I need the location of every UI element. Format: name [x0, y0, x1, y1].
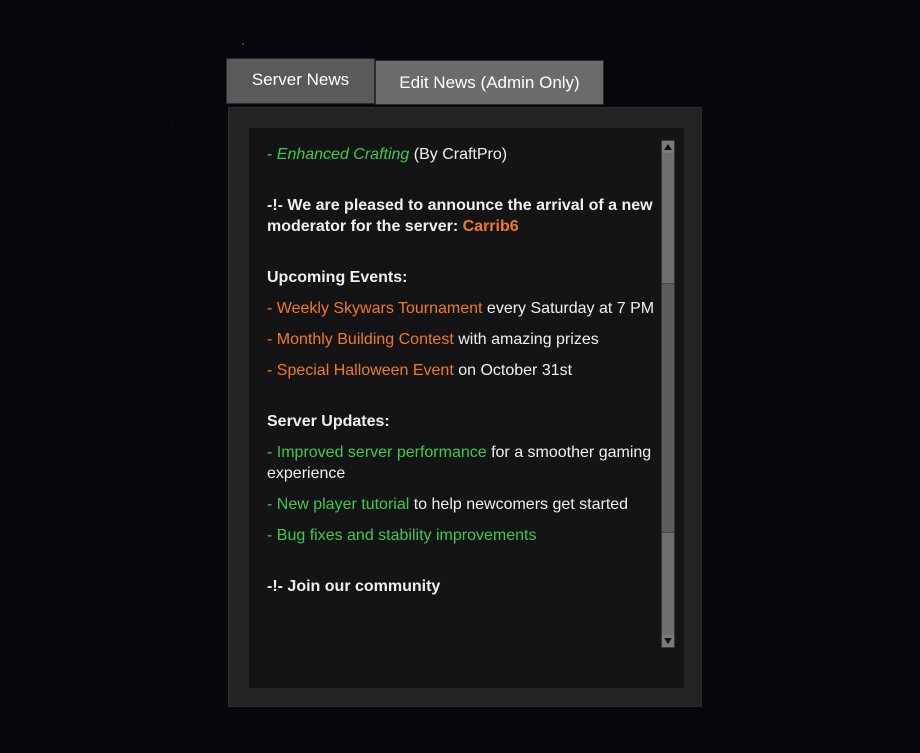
update-item: - Improved server performance for a smoo…	[267, 442, 659, 484]
announcement-text: -!- We are pleased to announce the arriv…	[267, 197, 653, 235]
update-item-highlight: - New player tutorial	[267, 496, 410, 513]
news-content: - Enhanced Crafting (By CraftPro) -!- We…	[267, 144, 659, 597]
announcement-moderator: Carrib6	[462, 218, 519, 235]
news-line-crafting: - Enhanced Crafting (By CraftPro)	[267, 144, 659, 165]
tab-server-news[interactable]: Server News	[226, 58, 375, 104]
crafting-name: Enhanced Crafting	[276, 146, 410, 163]
decorative-speck	[171, 123, 172, 124]
news-content-viewport: - Enhanced Crafting (By CraftPro) -!- We…	[267, 144, 659, 650]
event-item-rest: every Saturday at 7 PM	[482, 300, 655, 317]
news-text-area: - Enhanced Crafting (By CraftPro) -!- We…	[249, 128, 684, 688]
event-item: - Special Halloween Event on October 31s…	[267, 360, 659, 381]
scroll-track[interactable]	[662, 153, 674, 635]
event-item: - Weekly Skywars Tournament every Saturd…	[267, 298, 659, 319]
tab-edit-news[interactable]: Edit News (Admin Only)	[375, 60, 604, 105]
update-item: - New player tutorial to help newcomers …	[267, 494, 659, 515]
scroll-thumb[interactable]	[662, 283, 674, 533]
event-item-highlight: - Special Halloween Event	[267, 362, 454, 379]
update-item-highlight: - Improved server performance	[267, 444, 487, 461]
update-item: - Bug fixes and stability improvements	[267, 525, 659, 546]
events-heading: Upcoming Events:	[267, 269, 408, 286]
crafting-prefix: -	[267, 146, 277, 163]
updates-heading: Server Updates:	[267, 413, 390, 430]
tab-edit-news-label: Edit News (Admin Only)	[399, 72, 580, 92]
arrow-down-icon[interactable]	[662, 635, 674, 647]
event-item-highlight: - Monthly Building Contest	[267, 331, 454, 348]
crafting-author: (By CraftPro)	[409, 146, 508, 163]
event-item-rest: with amazing prizes	[453, 331, 599, 348]
tab-server-news-label: Server News	[251, 70, 350, 89]
update-item-highlight: - Bug fixes and stability improvements	[267, 527, 537, 544]
event-item: - Monthly Building Contest with amazing …	[267, 329, 659, 350]
event-item-highlight: - Weekly Skywars Tournament	[267, 300, 483, 317]
news-panel: - Enhanced Crafting (By CraftPro) -!- We…	[228, 107, 702, 707]
news-scrollbar[interactable]	[661, 140, 675, 648]
decorative-speck	[242, 43, 244, 45]
arrow-up-icon[interactable]	[662, 141, 674, 153]
screen: Server News Edit News (Admin Only) - Enh…	[0, 0, 920, 753]
news-cutoff-line: -!- Join our community	[267, 578, 441, 595]
news-announcement: -!- We are pleased to announce the arriv…	[267, 195, 659, 237]
event-item-rest: on October 31st	[453, 362, 573, 379]
update-item-rest: to help newcomers get started	[409, 496, 629, 513]
